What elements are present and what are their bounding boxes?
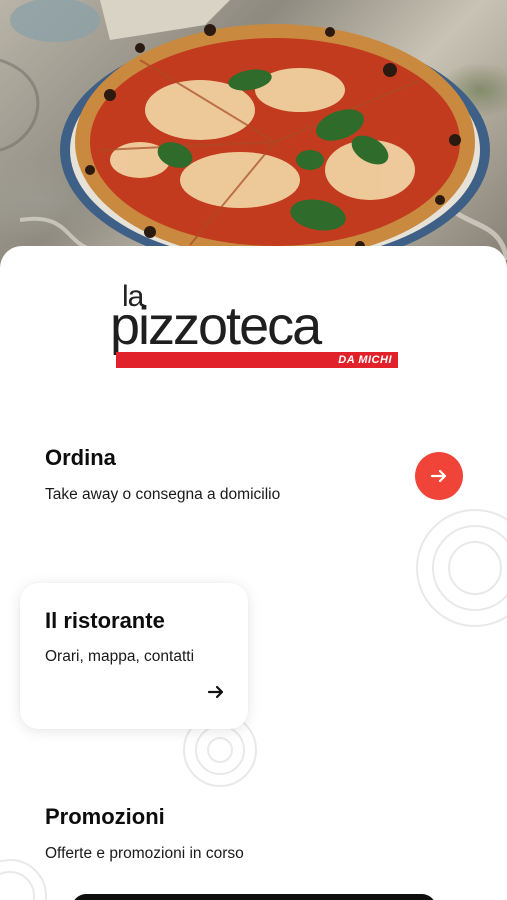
order-title[interactable]: Ordina (45, 445, 116, 471)
content-sheet: la pizzoteca DA MICHI Ordina Take away o… (0, 246, 507, 900)
restaurant-arrow-button[interactable] (204, 680, 228, 704)
order-button[interactable] (415, 452, 463, 500)
order-subtitle: Take away o consegna a domicilio (45, 486, 281, 503)
restaurant-card[interactable]: Il ristorante Orari, mappa, contatti (20, 583, 248, 729)
promotions-subtitle: Offerte e promozioni in corso (45, 845, 244, 862)
arrow-right-icon (207, 685, 224, 699)
restaurant-subtitle: Orari, mappa, contatti (45, 648, 195, 665)
arrow-right-icon (430, 469, 447, 483)
logo-wordmark: pizzoteca (110, 296, 322, 356)
brand-logo: la pizzoteca DA MICHI (108, 282, 400, 372)
promotions-title[interactable]: Promozioni (45, 804, 165, 830)
logo-tagline: DA MICHI (338, 354, 392, 366)
bottom-action-bar[interactable] (72, 894, 436, 900)
restaurant-title: Il ristorante (45, 608, 165, 633)
